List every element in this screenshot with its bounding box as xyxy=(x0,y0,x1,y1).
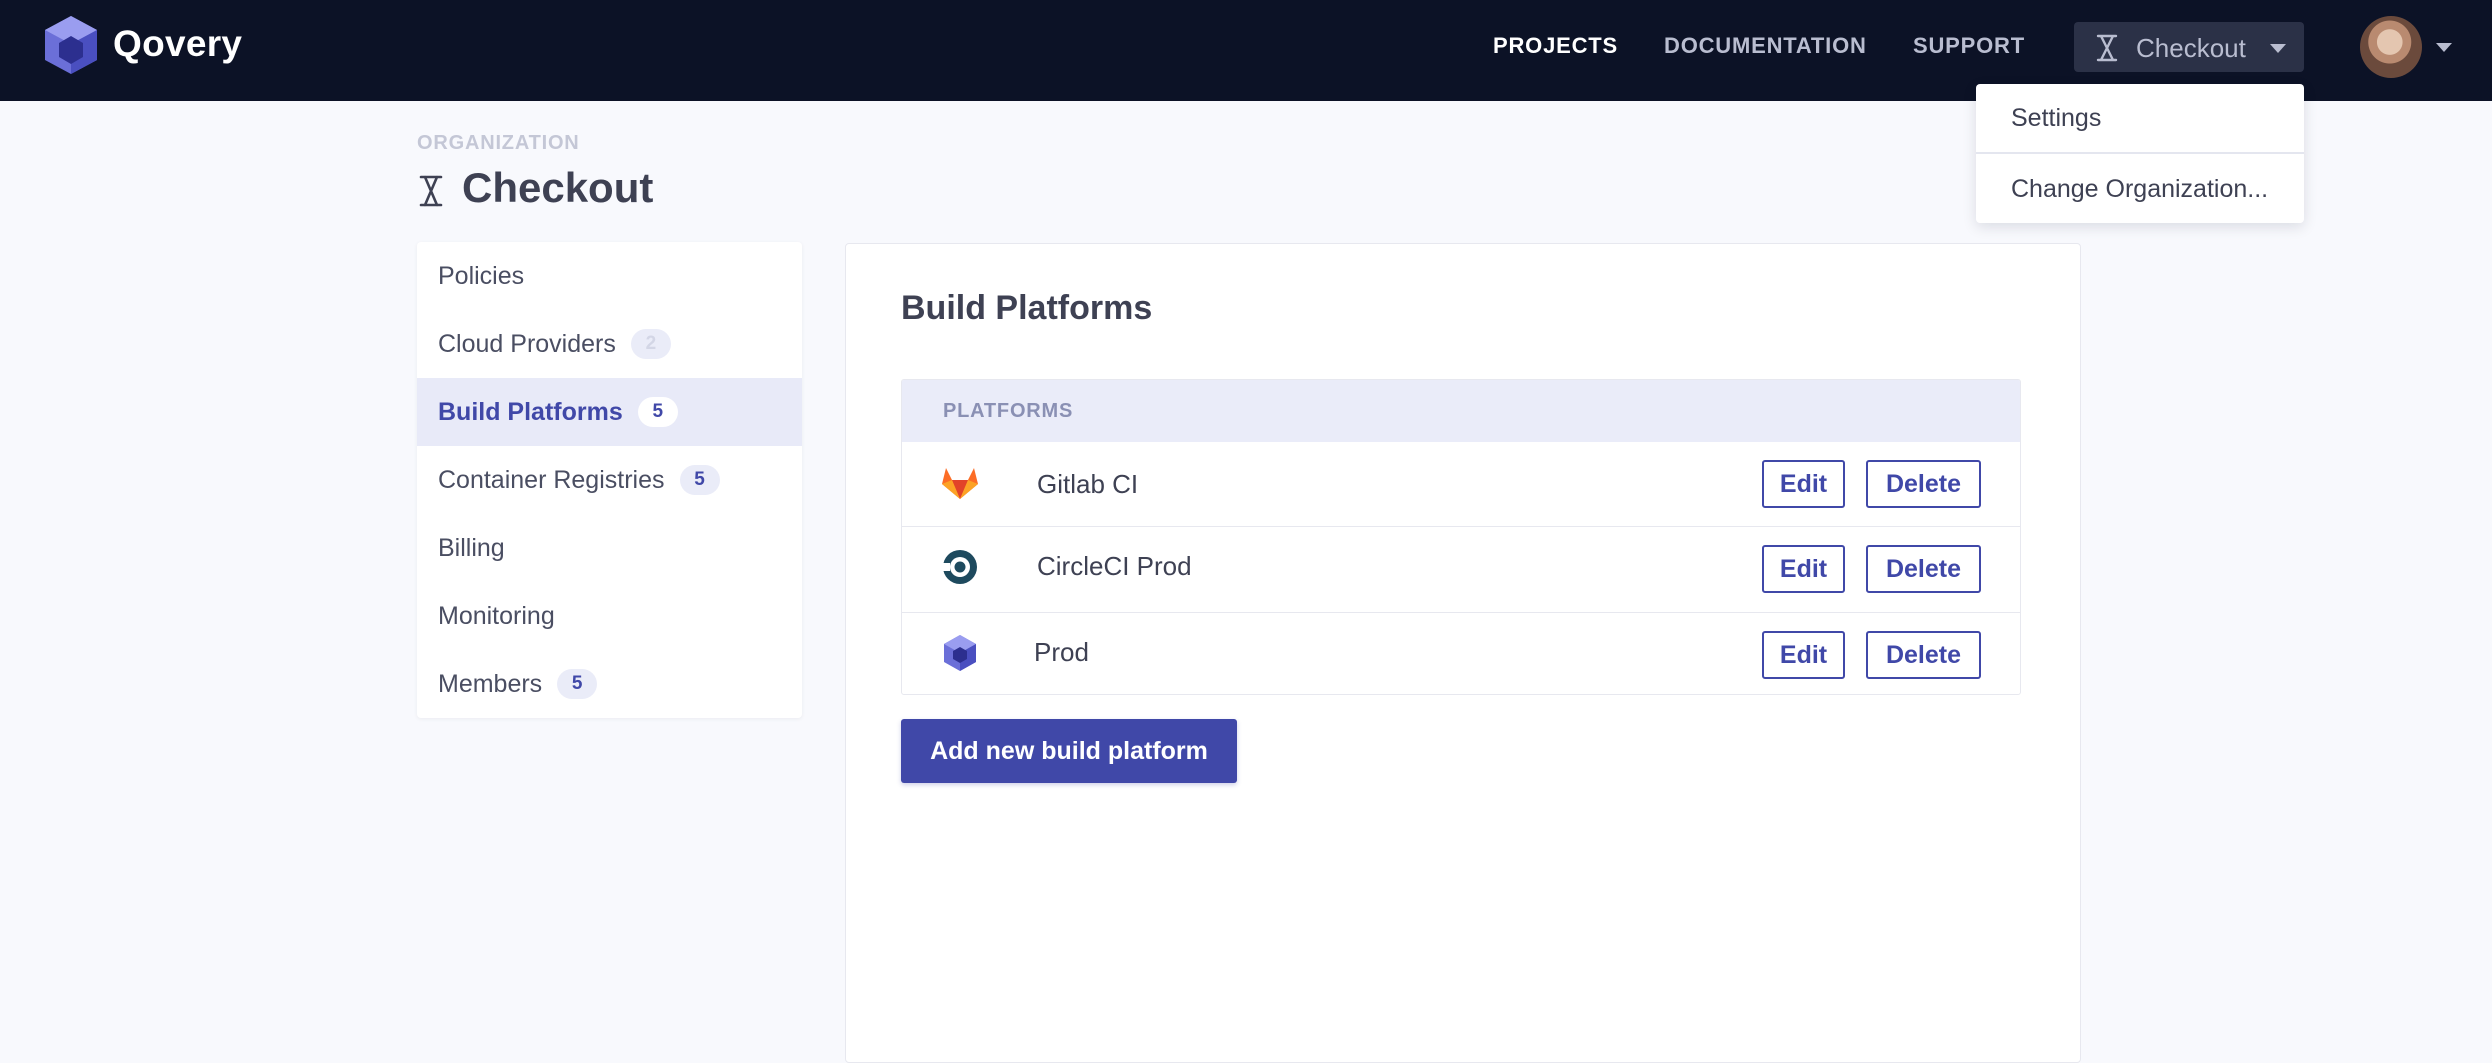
sidebar-item-label: Build Platforms xyxy=(438,397,623,426)
edit-button[interactable]: Edit xyxy=(1762,460,1845,508)
add-build-platform-button[interactable]: Add new build platform xyxy=(901,719,1237,783)
sidebar-item-policies[interactable]: Policies xyxy=(417,242,802,310)
sidebar-item-label: Container Registries xyxy=(438,465,665,494)
delete-button[interactable]: Delete xyxy=(1866,631,1981,679)
count-badge: 5 xyxy=(679,465,720,495)
sidebar-item-build-platforms[interactable]: Build Platforms 5 xyxy=(417,378,802,446)
sidebar-item-billing[interactable]: Billing xyxy=(417,514,802,582)
table-row: Prod Edit Delete xyxy=(902,612,2020,694)
hourglass-icon xyxy=(2096,34,2118,62)
edit-button[interactable]: Edit xyxy=(1762,631,1845,679)
sidebar-item-members[interactable]: Members 5 xyxy=(417,650,802,718)
card-title: Build Platforms xyxy=(901,289,1153,327)
circleci-icon xyxy=(940,550,977,584)
user-menu-chevron-down-icon[interactable] xyxy=(2436,43,2452,52)
org-selector-label: Checkout xyxy=(2136,33,2246,63)
dropdown-item-change-organization[interactable]: Change Organization... xyxy=(1976,156,2304,222)
platforms-table: PLATFORMS Gitlab CI Edit Delete CircleCI… xyxy=(901,379,2021,695)
edit-button[interactable]: Edit xyxy=(1762,545,1845,593)
platform-name: Prod xyxy=(1034,637,1089,667)
table-header: PLATFORMS xyxy=(902,380,2020,442)
platform-name: CircleCI Prod xyxy=(1037,551,1192,581)
table-row: Gitlab CI Edit Delete xyxy=(902,442,2020,528)
sidebar-item-label: Monitoring xyxy=(438,601,555,630)
delete-button[interactable]: Delete xyxy=(1866,460,1981,508)
brand-name[interactable]: Qovery xyxy=(113,23,242,65)
sidebar-item-cloud-providers[interactable]: Cloud Providers 2 xyxy=(417,310,802,378)
org-selector-button[interactable]: Checkout xyxy=(2074,22,2304,72)
qovery-icon xyxy=(944,635,976,671)
delete-button[interactable]: Delete xyxy=(1866,545,1981,593)
sidebar-item-label: Billing xyxy=(438,533,505,562)
sidebar-item-container-registries[interactable]: Container Registries 5 xyxy=(417,446,802,514)
settings-sidebar: Policies Cloud Providers 2 Build Platfor… xyxy=(417,242,802,718)
count-badge: 5 xyxy=(557,669,598,699)
count-badge: 5 xyxy=(637,397,678,427)
nav-documentation[interactable]: DOCUMENTATION xyxy=(1664,33,1867,59)
sidebar-item-label: Members xyxy=(438,669,543,698)
org-dropdown-menu: Settings Change Organization... xyxy=(1976,84,2304,223)
dropdown-divider xyxy=(1976,152,2304,154)
column-header-platforms: PLATFORMS xyxy=(943,400,1074,422)
section-label: ORGANIZATION xyxy=(417,132,580,154)
sidebar-item-label: Cloud Providers xyxy=(438,329,616,358)
hourglass-icon xyxy=(419,175,443,207)
page-title: Checkout xyxy=(462,164,654,211)
chevron-down-icon xyxy=(2270,44,2286,53)
count-badge: 2 xyxy=(630,329,671,359)
user-avatar[interactable] xyxy=(2360,16,2422,78)
sidebar-item-monitoring[interactable]: Monitoring xyxy=(417,582,802,650)
nav-support[interactable]: SUPPORT xyxy=(1913,33,2025,59)
nav-projects[interactable]: PROJECTS xyxy=(1493,33,1618,59)
gitlab-icon xyxy=(942,468,978,499)
platform-name: Gitlab CI xyxy=(1037,469,1139,499)
table-row: CircleCI Prod Edit Delete xyxy=(902,526,2020,613)
build-platforms-card: Build Platforms PLATFORMS Gitlab CI Edit… xyxy=(845,243,2081,1063)
dropdown-item-settings[interactable]: Settings xyxy=(1976,85,2304,151)
sidebar-item-label: Policies xyxy=(438,261,525,290)
qovery-logo-icon[interactable] xyxy=(45,16,97,74)
